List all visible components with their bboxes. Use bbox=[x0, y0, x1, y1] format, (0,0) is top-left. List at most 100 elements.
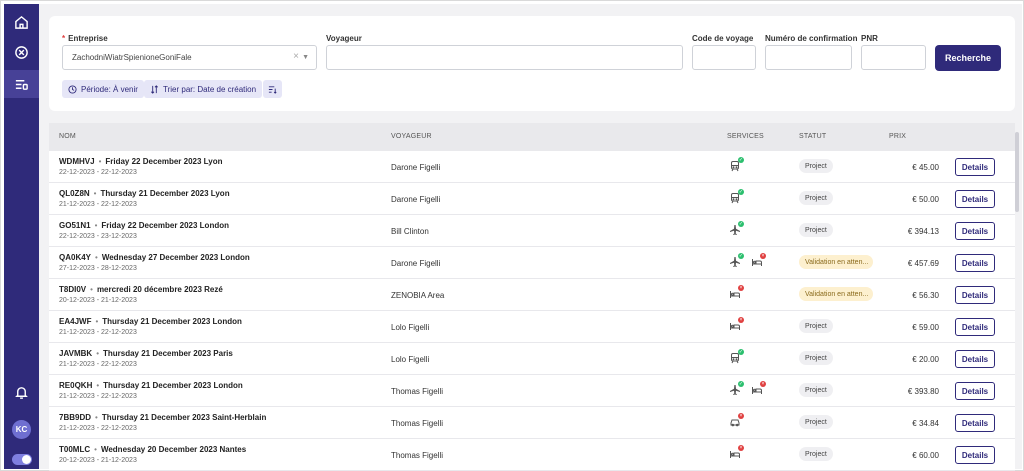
cross-badge-icon: × bbox=[760, 253, 766, 259]
period-filter-chip[interactable]: Période: À venir bbox=[62, 80, 144, 98]
voyageur-input[interactable] bbox=[326, 45, 683, 70]
details-button[interactable]: Details bbox=[955, 254, 995, 272]
details-button[interactable]: Details bbox=[955, 318, 995, 336]
details-button[interactable]: Details bbox=[955, 382, 995, 400]
status-badge: Validation en atten... bbox=[799, 255, 873, 269]
trip-code: QA0K4Y bbox=[59, 253, 92, 262]
check-badge-icon: ✓ bbox=[738, 253, 744, 259]
table-row[interactable]: GO51N1 • Friday 22 December 2023 London 22-… bbox=[49, 215, 1015, 247]
table-row[interactable]: RE0QKH • Thursday 21 December 2023 London 2… bbox=[49, 375, 1015, 407]
details-button[interactable]: Details bbox=[955, 158, 995, 176]
trip-dates: 20-12-2023 - 21-12-2023 bbox=[59, 457, 137, 464]
confirmation-input[interactable] bbox=[765, 45, 852, 70]
status-badge: Project bbox=[799, 319, 833, 333]
main-content: * Entreprise ZachodniWiatrSpienioneGoniFa… bbox=[39, 4, 1022, 471]
trip-title: GO51N1 • Friday 22 December 2023 London bbox=[59, 221, 229, 230]
trip-dates: 20-12-2023 - 21-12-2023 bbox=[59, 297, 137, 304]
status-badge: Project bbox=[799, 223, 833, 237]
table-row[interactable]: T8DI0V • mercredi 20 décembre 2023 Rezé 20-… bbox=[49, 279, 1015, 311]
trip-name: mercredi 20 décembre 2023 Rezé bbox=[96, 285, 223, 294]
status-badge: Project bbox=[799, 447, 833, 461]
details-button[interactable]: Details bbox=[955, 446, 995, 464]
home-icon[interactable] bbox=[4, 8, 39, 36]
table-row[interactable]: QL0Z8N • Thursday 21 December 2023 Lyon 21-… bbox=[49, 183, 1015, 215]
bullet-separator: • bbox=[94, 445, 97, 454]
check-badge-icon: ✓ bbox=[738, 189, 744, 195]
price-value: € 56.30 bbox=[912, 291, 939, 300]
bullet-separator: • bbox=[95, 253, 98, 262]
cancel-circle-icon[interactable] bbox=[4, 38, 39, 66]
table-header: NOM VOYAGEUR SERVICES STATUT PRIX bbox=[49, 123, 1015, 151]
code-voyage-label: Code de voyage bbox=[692, 34, 754, 43]
details-button[interactable]: Details bbox=[955, 222, 995, 240]
status-badge: Project bbox=[799, 159, 833, 173]
bullet-separator: • bbox=[93, 189, 97, 198]
col-services: SERVICES bbox=[727, 133, 764, 140]
table-row[interactable]: JAVMBK • Thursday 21 December 2023 Paris 21… bbox=[49, 343, 1015, 375]
theme-toggle[interactable] bbox=[12, 454, 32, 465]
details-button[interactable]: Details bbox=[955, 350, 995, 368]
services-cell: ✓ bbox=[727, 349, 744, 366]
details-button[interactable]: Details bbox=[955, 286, 995, 304]
details-button[interactable]: Details bbox=[955, 190, 995, 208]
scrollbar[interactable] bbox=[1015, 132, 1019, 212]
hotel-icon: × bbox=[749, 381, 766, 398]
table-row[interactable]: T00MLC • Wednesday 20 December 2023 Nantes… bbox=[49, 439, 1015, 471]
table-row[interactable]: QA0K4Y • Wednesday 27 December 2023 London… bbox=[49, 247, 1015, 279]
traveler-name: Darone Figelli bbox=[391, 195, 441, 204]
bell-icon[interactable] bbox=[4, 378, 39, 406]
details-button[interactable]: Details bbox=[955, 414, 995, 432]
entreprise-select[interactable]: ZachodniWiatrSpienioneGoniFale × ▼ bbox=[62, 45, 317, 70]
bullet-separator: • bbox=[96, 381, 100, 390]
trip-title: RE0QKH • Thursday 21 December 2023 London bbox=[59, 381, 243, 390]
code-voyage-input[interactable] bbox=[692, 45, 756, 70]
traveler-name: Bill Clinton bbox=[391, 227, 429, 236]
sidebar: KC bbox=[4, 4, 39, 469]
trip-title: EA4JWF • Thursday 21 December 2023 London bbox=[59, 317, 242, 326]
cross-badge-icon: × bbox=[738, 317, 744, 323]
col-voyageur: VOYAGEUR bbox=[391, 133, 432, 140]
sort-arrows-icon bbox=[151, 84, 158, 94]
plane-icon: ✓ bbox=[727, 253, 744, 270]
status-badge: Project bbox=[799, 383, 833, 397]
trip-title: T00MLC • Wednesday 20 December 2023 Nantes bbox=[59, 445, 246, 454]
hotel-icon: × bbox=[727, 445, 744, 462]
traveler-name: Thomas Figelli bbox=[391, 451, 444, 460]
trip-dates: 21-12-2023 - 22-12-2023 bbox=[59, 425, 137, 432]
traveler-name: Thomas Figelli bbox=[391, 419, 444, 428]
services-cell: × bbox=[727, 285, 744, 302]
services-cell: ✓ × bbox=[727, 381, 766, 398]
cross-badge-icon: × bbox=[760, 381, 766, 387]
table-row[interactable]: 7BB9DD • Thursday 21 December 2023 Saint-H… bbox=[49, 407, 1015, 439]
table-row[interactable]: EA4JWF • Thursday 21 December 2023 London 2… bbox=[49, 311, 1015, 343]
table-row[interactable]: WDMHVJ • Friday 22 December 2023 Lyon 22-12… bbox=[49, 151, 1015, 183]
sort-chip[interactable]: Trier par: Date de création bbox=[144, 80, 263, 98]
search-button[interactable]: Recherche bbox=[935, 45, 1001, 71]
trip-name: Thursday 21 December 2023 Saint-Herblain bbox=[101, 413, 267, 422]
train-icon: ✓ bbox=[727, 189, 744, 206]
trips-table: NOM VOYAGEUR SERVICES STATUT PRIX WDMHVJ… bbox=[49, 123, 1015, 471]
trip-dates: 21-12-2023 - 22-12-2023 bbox=[59, 361, 137, 368]
pnr-input[interactable] bbox=[861, 45, 926, 70]
traveler-name: Thomas Figelli bbox=[391, 387, 444, 396]
trip-code: GO51N1 bbox=[59, 221, 91, 230]
trip-dates: 22-12-2023 - 23-12-2023 bbox=[59, 233, 137, 240]
services-cell: × bbox=[727, 317, 744, 334]
avatar[interactable]: KC bbox=[12, 420, 31, 439]
check-badge-icon: ✓ bbox=[738, 221, 744, 227]
list-options-chip[interactable] bbox=[263, 80, 282, 98]
trip-name: Thursday 21 December 2023 Lyon bbox=[100, 189, 230, 198]
cross-badge-icon: × bbox=[738, 285, 744, 291]
trips-list-icon[interactable] bbox=[4, 70, 39, 98]
check-badge-icon: ✓ bbox=[738, 157, 744, 163]
price-value: € 34.84 bbox=[912, 419, 939, 428]
chevron-down-icon[interactable]: ▼ bbox=[302, 54, 309, 61]
traveler-name: ZENOBIA Area bbox=[391, 291, 445, 300]
trip-code: WDMHVJ bbox=[59, 157, 95, 166]
clear-icon[interactable]: × bbox=[293, 51, 299, 62]
trip-title: QL0Z8N • Thursday 21 December 2023 Lyon bbox=[59, 189, 230, 198]
hotel-icon: × bbox=[727, 317, 744, 334]
entreprise-label: * Entreprise bbox=[62, 34, 108, 43]
traveler-name: Lolo Figelli bbox=[391, 323, 430, 332]
voyageur-label: Voyageur bbox=[326, 34, 362, 43]
